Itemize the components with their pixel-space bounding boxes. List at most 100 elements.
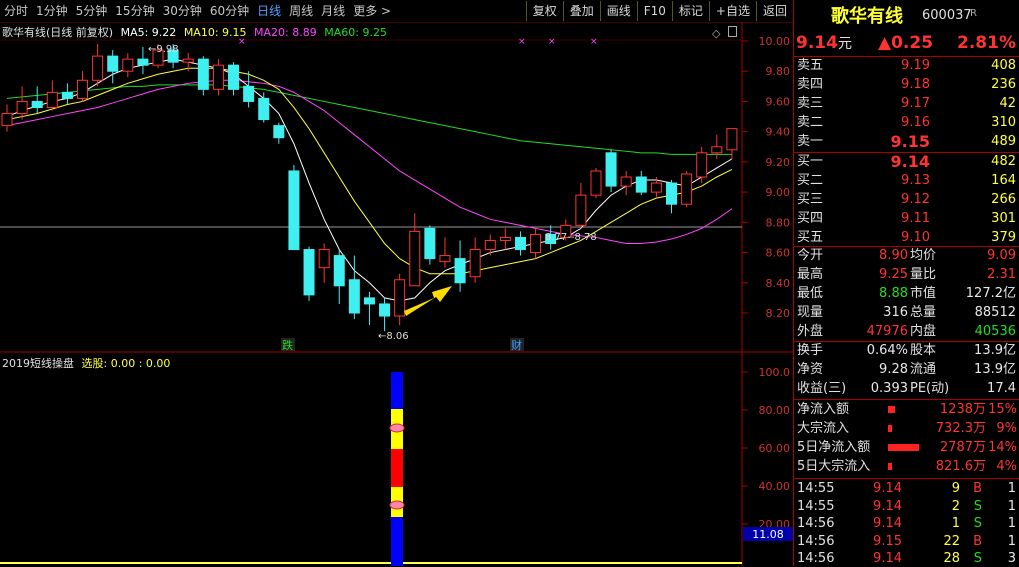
- stat2-value-1: 9.28: [879, 362, 908, 377]
- wealth-mark: 财: [511, 338, 522, 352]
- indicator-value: 11.08: [752, 528, 784, 541]
- ask-volume: 236: [991, 77, 1016, 92]
- bid-label: 买五: [797, 230, 824, 245]
- candle-body-up: [469, 249, 481, 278]
- price-axis-label: 9.80: [766, 65, 791, 78]
- stat-label-1: 最高: [797, 267, 824, 282]
- candle-body-down: [61, 91, 73, 99]
- ma10-label: MA10: 9.15: [183, 26, 247, 39]
- candle-body-up: [620, 176, 632, 187]
- high-annotation: ←9.98: [148, 44, 179, 55]
- flow-bar: [888, 425, 892, 432]
- candle-body-up: [575, 194, 587, 226]
- price-unit: 元: [837, 36, 852, 52]
- stat-row: 外盘 47976 内盘 40536: [794, 323, 1019, 340]
- stat2-value-1: 0.64%: [866, 343, 908, 358]
- flow-bar: [888, 406, 895, 413]
- flow-value: 1238万: [939, 402, 986, 417]
- candle-body-down: [288, 170, 300, 251]
- kline-chart[interactable]: 10.00 9.80 9.60 9.40 9.20 9.00 8.80 8.60 8.40 8.2…: [0, 0, 793, 566]
- candle-body-up: [726, 128, 738, 151]
- tick-volume: 1: [951, 516, 960, 531]
- flow-row: 5日大宗流入 821.6万 4%: [794, 458, 1019, 475]
- tick-row: 14:56 9.15 22 B 1: [794, 533, 1019, 550]
- bid-label: 买三: [797, 192, 824, 207]
- ma5-label: MA5: 9.22: [120, 26, 177, 39]
- stock-code: 600037: [922, 8, 972, 23]
- bid-row[interactable]: 买一 9.14 482: [794, 153, 1019, 170]
- tick-count: 1: [1007, 498, 1016, 514]
- candle-body-up: [499, 236, 511, 241]
- current-price: 9.14: [796, 33, 838, 53]
- flow-row: 大宗流入 732.3万 9%: [794, 420, 1019, 437]
- indicator-axis-label: 40.00: [759, 480, 791, 493]
- stat2-value-2: 13.9亿: [974, 362, 1016, 377]
- bid-row[interactable]: 买三 9.12 266: [794, 191, 1019, 208]
- price-axis-label: 9.60: [766, 95, 791, 108]
- arrow-icon: [404, 286, 452, 316]
- candle-body-up: [484, 239, 496, 251]
- flow-label: 净流入额: [797, 402, 850, 417]
- ask-price: 9.15: [890, 132, 930, 151]
- price-change-pct: 2.81%: [957, 33, 1016, 53]
- ask-row[interactable]: 卖五 9.19 408: [794, 57, 1019, 74]
- price-change: ▲0.25: [878, 33, 934, 53]
- candle-body-up: [1, 113, 13, 127]
- bid-row[interactable]: 买二 9.13 164: [794, 172, 1019, 189]
- ask-label: 卖一: [797, 134, 824, 149]
- restore-icon[interactable]: [727, 26, 737, 37]
- diamond-icon[interactable]: ◇: [712, 27, 720, 40]
- ask-price: 9.17: [901, 96, 930, 111]
- bid-row[interactable]: 买四 9.11 301: [794, 210, 1019, 227]
- ask-row[interactable]: 卖二 9.16 310: [794, 114, 1019, 131]
- stat-value-1: 47976: [866, 324, 908, 339]
- tick-count: 3: [1007, 551, 1016, 566]
- tick-price: 9.14: [873, 481, 902, 496]
- stat-row: 现量 316 总量 88512: [794, 304, 1019, 321]
- flow-row: 净流入额 1238万 15%: [794, 401, 1019, 418]
- stat2-label-1: 收益(三): [797, 381, 847, 396]
- flow-pct: 15%: [988, 402, 1017, 417]
- stat-value-2: 88512: [974, 305, 1016, 320]
- ask-row[interactable]: 卖四 9.18 236: [794, 76, 1019, 93]
- flow-label: 大宗流入: [797, 421, 850, 436]
- bid-volume: 164: [991, 173, 1016, 188]
- x-marker: ×: [590, 37, 598, 47]
- stat-row: 最高 9.25 量比 2.31: [794, 266, 1019, 283]
- indicator-header: 2019短线操盘 选股: 0.00 : 0.00: [2, 355, 170, 371]
- candle-body-down: [514, 236, 526, 251]
- ask-row[interactable]: 卖一 9.15 489: [794, 133, 1019, 150]
- stock-flag: R: [970, 8, 977, 19]
- stat-row: 最低 8.88 市值 127.2亿: [794, 285, 1019, 302]
- tick-time: 14:56: [797, 516, 835, 531]
- candle-body-up: [696, 152, 708, 178]
- stat-label-1: 现量: [797, 305, 824, 320]
- ask-row[interactable]: 卖三 9.17 42: [794, 95, 1019, 112]
- ask-price: 9.18: [901, 77, 930, 92]
- candle-body-up: [318, 249, 330, 269]
- stat-value-2: 9.09: [987, 248, 1016, 263]
- flow-pct: 9%: [996, 421, 1017, 436]
- bid-row[interactable]: 买五 9.10 379: [794, 229, 1019, 246]
- candle-body-up: [92, 55, 104, 81]
- bid-label: 买二: [797, 173, 824, 188]
- candle-body-up: [439, 255, 451, 263]
- signal-bar-red: [391, 449, 403, 487]
- tick-count: 1: [1007, 533, 1016, 549]
- tick-row: 14:56 9.14 1 S 1: [794, 515, 1019, 532]
- stat2-label-1: 净资: [797, 362, 824, 377]
- candle-body-down: [197, 58, 209, 90]
- chart-header: 歌华有线(日线 前复权) MA5: 9.22 MA10: 9.15 MA20: …: [2, 24, 387, 40]
- tick-price: 9.15: [873, 533, 902, 549]
- stat-label-2: 市值: [910, 286, 937, 301]
- stat2-value-2: 17.4: [987, 381, 1016, 396]
- tick-side: S: [973, 551, 982, 566]
- ask-label: 卖二: [797, 115, 824, 130]
- candle-body-down: [348, 279, 360, 314]
- candle-body-up: [409, 230, 421, 287]
- panel-divider: [794, 478, 1019, 479]
- quote-panel: 歌华有线 600037 R 9.14元 ▲0.25 2.81% 卖五 9.19 40…: [793, 0, 1019, 566]
- stat-value-2: 40536: [974, 324, 1016, 339]
- tick-side: B: [973, 533, 982, 549]
- x-marker: ×: [518, 37, 526, 47]
